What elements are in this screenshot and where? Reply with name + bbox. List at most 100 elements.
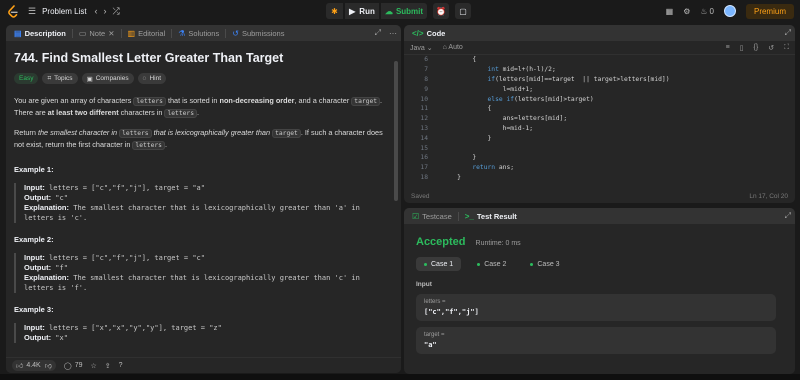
companies-badge[interactable]: ▣ Companies [81,73,134,84]
tab-testcase[interactable]: ☑ Testcase [408,210,456,223]
note-icon: ▭ [78,28,87,38]
language-select[interactable]: Java ⌄ [410,44,433,52]
line-text: } [442,134,492,142]
shuffle-icon[interactable]: ⤮ [113,6,120,17]
tab-test-result[interactable]: >_ Test Result [461,210,521,223]
run-controls: ✱ ▶ Run ☁ Submit ⏰ ▢ [326,3,471,19]
tab-description[interactable]: ▤ Description [10,27,70,40]
case-tabs: Case 1 Case 2 Case 3 [416,257,783,271]
run-button[interactable]: ▶ Run [345,3,379,19]
close-icon[interactable]: ✕ [108,29,114,38]
tab-divider [457,211,459,221]
bug-icon: ✱ [331,6,338,16]
input-var-value: "a" [424,341,437,349]
bookmark-icon[interactable]: ▯ [740,44,744,52]
result-panel: ☑ Testcase >_ Test Result ⤢ Accepted Run… [404,208,795,374]
pass-dot-icon [530,262,534,266]
case-label: Case 1 [431,260,454,268]
hint-badge[interactable]: ◌ Hint [137,73,167,84]
problem-badges: Easy ⌗ Topics ▣ Companies ◌ Hint [14,73,393,84]
expand-icon[interactable]: ⤢ [785,28,791,38]
streak-counter[interactable]: ♨ 0 [700,7,714,16]
tab-code[interactable]: </> Code [408,27,449,40]
share-icon[interactable]: ⇪ [105,362,111,370]
next-problem-icon[interactable]: › [104,6,107,16]
case-tab-1[interactable]: Case 1 [416,257,462,271]
code-panel: </> Code ⤢ Java ⌄ ⌂ Auto ≡ ▯ {} ↺ ⛶ 6 {7… [404,25,795,203]
tab-editorial[interactable]: ▥ Editorial [124,27,170,40]
line-number: 10 [420,95,428,103]
settings-icon[interactable]: ⚙ [683,7,690,16]
prev-problem-icon[interactable]: ‹ [95,6,98,16]
problem-list-link[interactable]: Problem List [42,7,86,16]
input-var-name: letters = [424,299,446,305]
fire-icon: ♨ [700,6,708,16]
description-scrollbar[interactable] [394,61,398,201]
code-line: 14 } [404,133,795,143]
notes-button[interactable]: ▢ [455,3,471,19]
case-tab-2[interactable]: Case 2 [469,257,514,271]
lightbulb-icon: ◌ [142,75,147,82]
play-icon: ▶ [349,6,356,16]
tab-divider [71,28,73,38]
problem-description: 744. Find Smallest Letter Greater Than T… [6,41,401,373]
avatar[interactable] [723,5,736,17]
tab-note[interactable]: ▭ Note ✕ [75,27,119,40]
tab-submissions[interactable]: ↺ Submissions [228,27,288,40]
editor-status-bar: Saved Ln 17, Col 20 [404,189,795,203]
case-tab-3[interactable]: Case 3 [522,257,567,271]
example-box: Input: letters = ["c","f","j"], target =… [14,253,384,293]
expand-icon[interactable]: ⤢ [375,28,381,38]
language-value: Java [410,44,425,52]
fullscreen-icon[interactable]: ⛶ [784,44,789,52]
line-text: if(letters[mid]==target || target>letter… [487,75,670,83]
line-number: 6 [424,56,428,64]
reset-icon[interactable]: ↺ [768,44,774,52]
tab-solutions[interactable]: ⚗ Solutions [174,27,223,40]
comments-button[interactable]: ◯ 79 [64,362,83,370]
line-text: return ans; [472,164,515,172]
line-text: } [442,154,477,162]
badge-label: Hint [149,75,162,82]
code-line: 15 [404,143,795,153]
expand-icon[interactable]: ⤢ [785,211,791,221]
code-editor[interactable]: 6 {7 int mid=l+(h-l)/2; 8 if(letters[mid]… [404,55,795,185]
code-line: 8 if(letters[mid]==target || target>lett… [404,75,795,85]
cloud-upload-icon: ☁ [384,6,393,16]
line-text: { [442,105,492,113]
pass-dot-icon [424,262,427,266]
tab-divider [171,28,173,38]
auto-mode[interactable]: ⌂ Auto [443,44,463,51]
line-number: 15 [420,144,428,152]
braces-icon[interactable]: {} [754,44,759,51]
alarm-button[interactable]: ⏰ [433,3,449,19]
help-icon[interactable]: ? [119,362,123,369]
line-text: { [442,56,477,64]
case-label: Case 2 [484,260,507,268]
format-icon[interactable]: ≡ [726,44,730,51]
code-line: 17 return ans; [404,163,795,173]
description-footer: 👍︎ 4.4K 👎︎ ◯ 79 ☆ ⇪ ? [6,357,401,373]
code-line: 7 int mid=l+(h-l)/2; [404,65,795,75]
line-number: 13 [420,124,428,132]
run-label: Run [359,6,375,16]
tag-icon: ⌗ [47,74,52,82]
terminal-icon: >_ [464,211,474,221]
code-line: 10 else if(letters[mid]>target) [404,94,795,104]
debug-button[interactable]: ✱ [326,3,343,19]
thumbs-down-icon[interactable]: 👎︎ [45,361,52,370]
star-icon[interactable]: ☆ [90,362,96,370]
problem-title: 744. Find Smallest Letter Greater Than T… [14,51,284,65]
like-button[interactable]: 👍︎ 4.4K [16,361,41,370]
mode-label: Auto [448,44,463,51]
more-icon[interactable]: ⋯ [389,29,397,38]
layout-grid-icon[interactable]: ▦ [666,7,674,16]
comment-count: 79 [74,362,83,369]
code-tabbar: </> Code ⤢ [404,25,795,41]
problem-list-icon[interactable]: ☰ [28,6,36,17]
submit-button[interactable]: ☁ Submit [381,3,427,19]
topics-badge[interactable]: ⌗ Topics [42,73,78,84]
leetcode-logo-icon[interactable] [6,4,20,18]
alarm-icon: ⏰ [436,6,446,16]
premium-button[interactable]: Premium [745,3,794,19]
